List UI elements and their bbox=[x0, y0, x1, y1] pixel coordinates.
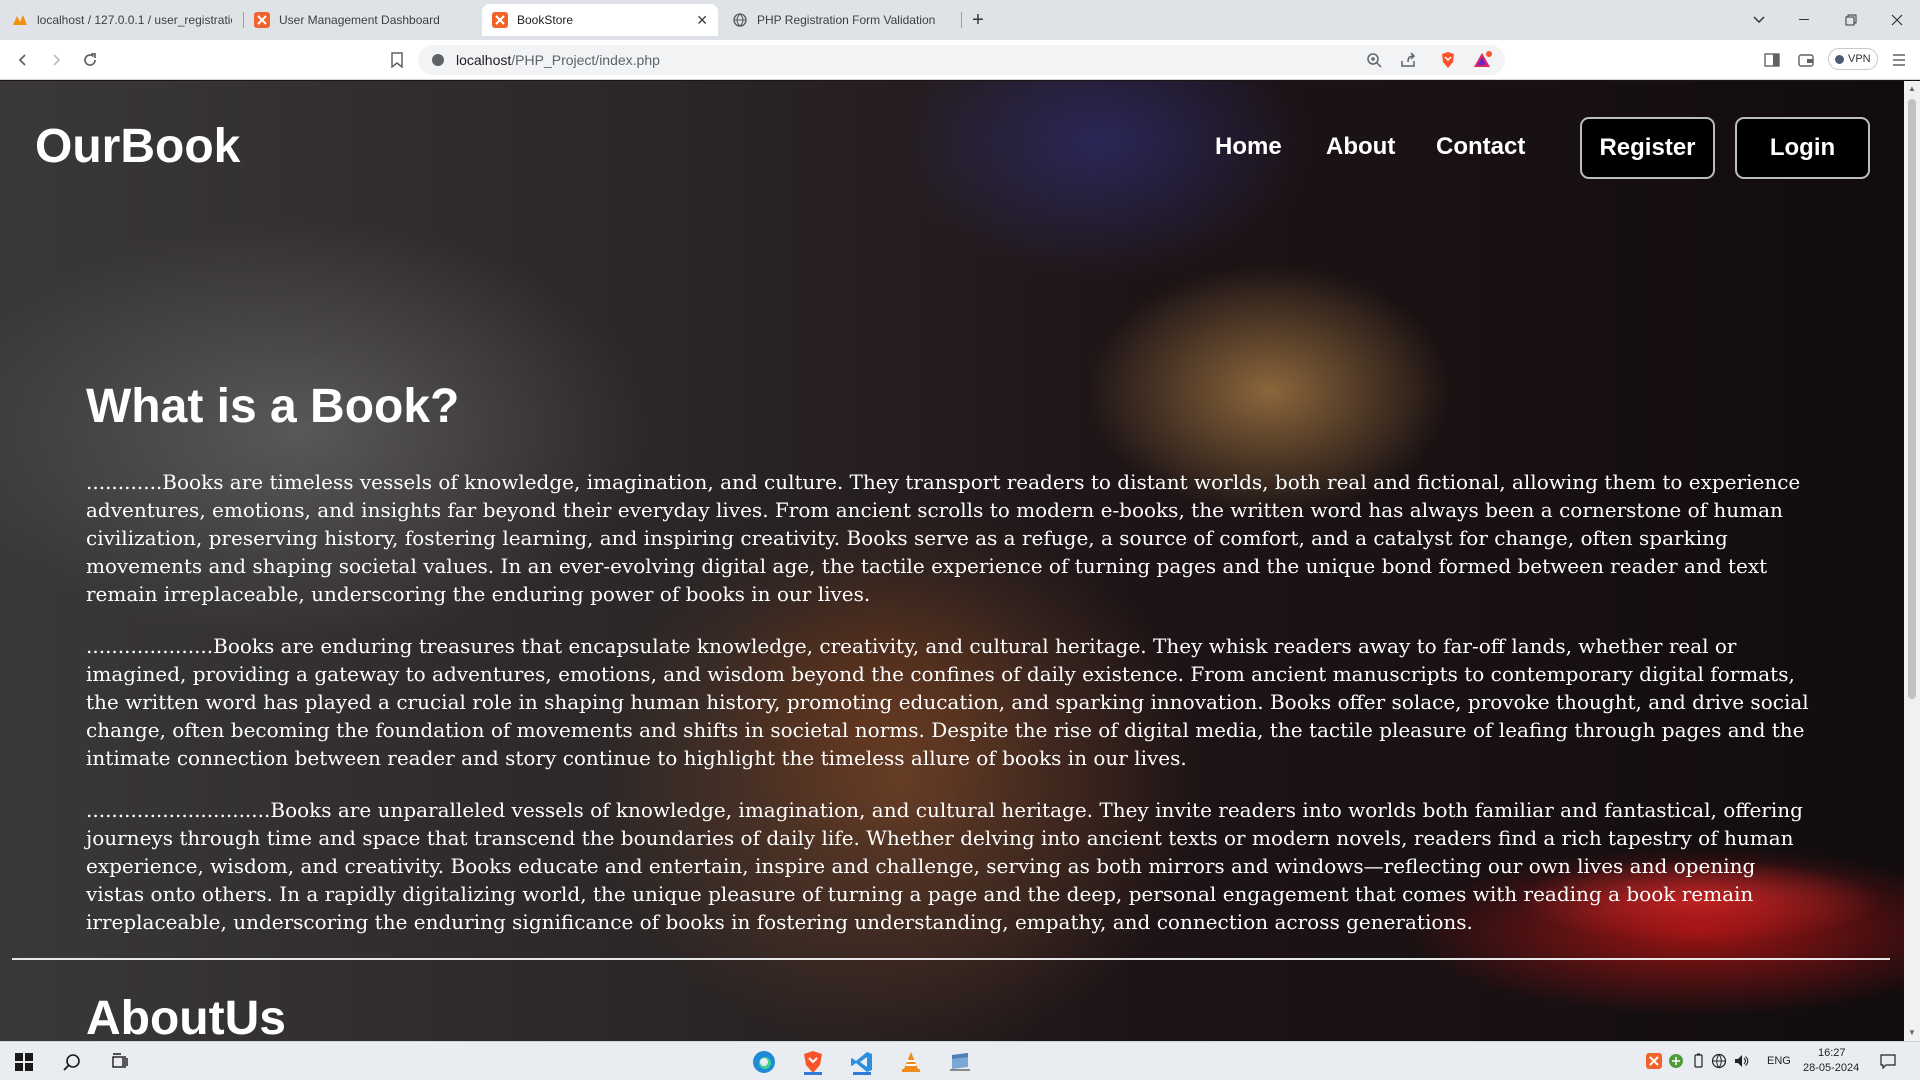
tab-separator bbox=[961, 12, 962, 28]
active-app-indicator bbox=[853, 1072, 871, 1075]
tab-phpmyadmin[interactable]: localhost / 127.0.0.1 / user_registratio bbox=[2, 4, 242, 36]
tab-title: localhost / 127.0.0.1 / user_registratio bbox=[37, 13, 232, 27]
back-arrow-icon[interactable] bbox=[11, 48, 35, 72]
language-indicator[interactable]: ENG bbox=[1767, 1055, 1791, 1067]
new-tab-button[interactable]: + bbox=[966, 8, 990, 32]
scroll-down-icon[interactable]: ▼ bbox=[1908, 1028, 1916, 1037]
battery-icon bbox=[1690, 1053, 1706, 1069]
nav-about-link[interactable]: About bbox=[1326, 133, 1395, 161]
nav-home-link[interactable]: Home bbox=[1215, 133, 1282, 161]
url-host: localhost bbox=[456, 52, 512, 68]
clock-time[interactable]: 16:27 bbox=[1818, 1047, 1846, 1059]
vscode-icon[interactable] bbox=[849, 1049, 875, 1075]
tab-title: User Management Dashboard bbox=[279, 13, 440, 27]
active-app-indicator bbox=[804, 1072, 822, 1075]
close-window-button[interactable] bbox=[1885, 8, 1909, 32]
forward-arrow-icon[interactable] bbox=[44, 48, 68, 72]
vpn-label: VPN bbox=[1848, 53, 1871, 65]
register-button[interactable]: Register bbox=[1580, 117, 1715, 179]
bookmark-icon[interactable] bbox=[385, 48, 409, 72]
site-info-icon[interactable] bbox=[432, 54, 444, 66]
xampp-tray-icon[interactable] bbox=[1646, 1053, 1662, 1069]
site-header: OurBook Home About Contact Register Logi… bbox=[0, 81, 1904, 221]
menu-icon[interactable] bbox=[1887, 48, 1911, 72]
close-tab-icon[interactable]: ✕ bbox=[696, 12, 708, 29]
nav-contact-link[interactable]: Contact bbox=[1436, 133, 1525, 161]
xampp-icon bbox=[492, 12, 508, 28]
reload-icon[interactable] bbox=[78, 48, 102, 72]
vlc-icon[interactable] bbox=[898, 1049, 924, 1075]
zoom-icon[interactable] bbox=[1362, 48, 1386, 72]
book-paragraph-3: .............................Books are u… bbox=[86, 798, 1803, 934]
section-divider bbox=[12, 958, 1890, 960]
book-paragraph-2: ....................Books are enduring t… bbox=[86, 634, 1809, 770]
edge-icon[interactable] bbox=[751, 1049, 777, 1075]
volume-icon[interactable] bbox=[1733, 1053, 1749, 1069]
tab-php-validation[interactable]: PHP Registration Form Validation bbox=[722, 4, 960, 36]
phpmyadmin-icon bbox=[12, 12, 28, 28]
tab-search-icon[interactable] bbox=[1747, 8, 1771, 32]
restore-button[interactable] bbox=[1839, 8, 1863, 32]
tab-title: PHP Registration Form Validation bbox=[757, 13, 936, 27]
tab-bookstore[interactable]: BookStore ✕ bbox=[482, 4, 718, 36]
tab-user-management[interactable]: User Management Dashboard bbox=[244, 4, 480, 36]
vpn-button[interactable]: VPN bbox=[1828, 48, 1878, 70]
minimize-button[interactable] bbox=[1793, 8, 1817, 32]
book-paragraph-1: ............Books are timeless vessels o… bbox=[86, 470, 1801, 606]
app-window-icon[interactable] bbox=[947, 1049, 973, 1075]
url-path: /PHP_Project/index.php bbox=[511, 52, 660, 68]
section-title-what-is-a-book: What is a Book? bbox=[86, 380, 460, 433]
page-scrollbar[interactable]: ▲ ▼ bbox=[1904, 81, 1920, 1041]
shield-tray-icon[interactable] bbox=[1668, 1053, 1684, 1069]
site-logo[interactable]: OurBook bbox=[35, 119, 240, 174]
search-icon[interactable] bbox=[59, 1049, 85, 1075]
section-title-about-us: AboutUs bbox=[86, 992, 286, 1041]
vpn-status-icon bbox=[1835, 54, 1844, 64]
globe-icon bbox=[732, 12, 748, 28]
address-bar[interactable]: localhost/PHP_Project/index.php bbox=[418, 45, 1505, 75]
clock-date[interactable]: 28-05-2024 bbox=[1803, 1062, 1859, 1074]
page-viewport: OurBook Home About Contact Register Logi… bbox=[0, 81, 1904, 1041]
sidebar-toggle-icon[interactable] bbox=[1760, 48, 1784, 72]
share-icon[interactable] bbox=[1396, 48, 1420, 72]
brave-browser-icon[interactable] bbox=[800, 1049, 826, 1075]
scroll-up-icon[interactable]: ▲ bbox=[1908, 84, 1916, 93]
brave-shields-icon[interactable] bbox=[1436, 48, 1460, 72]
xampp-icon bbox=[254, 12, 270, 28]
browser-toolbar: localhost/PHP_Project/index.php VPN bbox=[0, 40, 1920, 80]
notification-icon[interactable] bbox=[1880, 1053, 1896, 1070]
browser-tab-strip: localhost / 127.0.0.1 / user_registratio… bbox=[0, 0, 1920, 40]
scrollbar-thumb[interactable] bbox=[1908, 99, 1916, 699]
wallet-icon[interactable] bbox=[1794, 48, 1818, 72]
brave-rewards-icon[interactable] bbox=[1471, 48, 1495, 72]
login-button[interactable]: Login bbox=[1735, 117, 1870, 179]
network-icon[interactable] bbox=[1711, 1053, 1727, 1069]
task-view-icon[interactable] bbox=[107, 1049, 133, 1075]
windows-start-icon[interactable] bbox=[11, 1049, 37, 1075]
tab-title: BookStore bbox=[517, 13, 574, 27]
windows-taskbar: ENG 16:27 28-05-2024 bbox=[0, 1041, 1920, 1080]
